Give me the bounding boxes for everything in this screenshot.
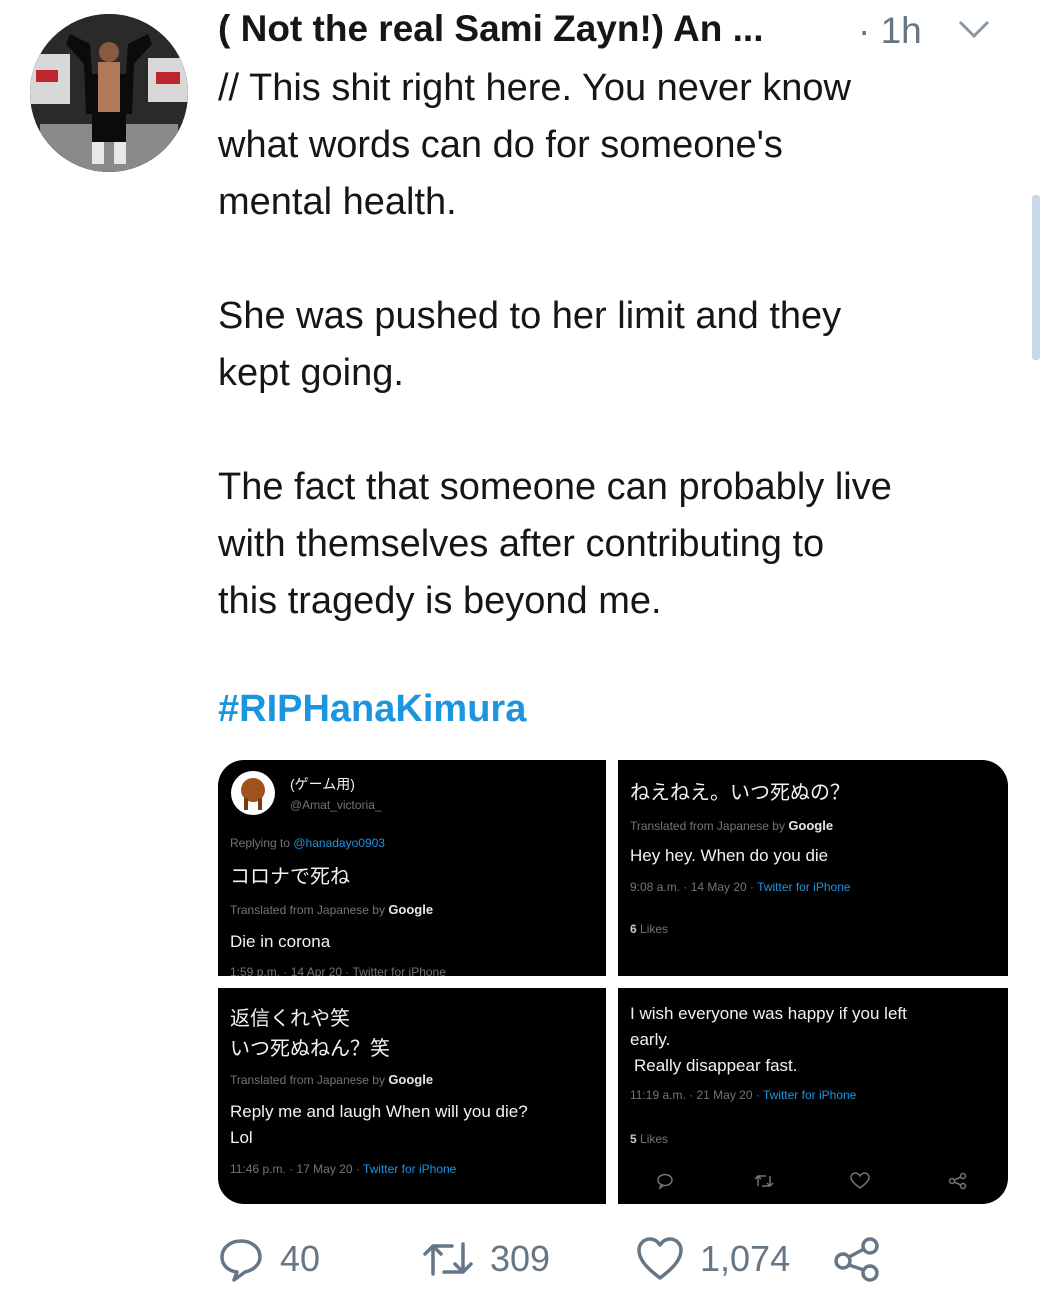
screenshot-avatar: [230, 770, 276, 816]
screenshot-reply-icon: [656, 1172, 674, 1190]
screenshot-en-text: Hey hey. When do you die: [630, 846, 829, 865]
retweet-count: 309: [490, 1238, 551, 1279]
share-icon: [832, 1236, 882, 1282]
media-grid[interactable]: (ゲーム用) @Amat_victoria_ Replying to @hana…: [218, 760, 1008, 1204]
reply-count: 40: [280, 1238, 321, 1279]
screenshot-en-text: Reply me and laugh When will you die?: [230, 1102, 528, 1121]
screenshot-jp-text: 返信くれや笑: [230, 1008, 350, 1030]
screenshot-handle: @Amat_victoria_: [290, 798, 382, 812]
screenshot-footer: 1:59 p.m. · 14 Apr 20 · Twitter for iPho…: [230, 965, 446, 976]
media-image-4[interactable]: I wish everyone was happy if you left ea…: [618, 988, 1008, 1204]
screenshot-en-text: early.: [630, 1030, 671, 1049]
text-line: this tragedy is beyond me.: [218, 580, 662, 622]
media-image-2[interactable]: ねえねえ。いつ死ぬの？ Translated from Japanese by …: [618, 760, 1008, 976]
tweet-time[interactable]: · 1h: [858, 10, 922, 52]
retweet-button[interactable]: 309: [422, 1234, 550, 1284]
screenshot-jp-text: ねえねえ。いつ死ぬの？: [630, 782, 850, 804]
replying-to: Replying to @hanadayo0903: [230, 836, 385, 850]
text-line: The fact that someone can probably live: [218, 466, 892, 508]
media-image-1[interactable]: (ゲーム用) @Amat_victoria_ Replying to @hana…: [218, 760, 606, 976]
share-button[interactable]: [832, 1234, 882, 1284]
translated-note: Translated from Japanese by Google: [630, 818, 834, 833]
avatar[interactable]: [30, 14, 188, 172]
author-name[interactable]: ( Not the real Sami Zayn!) An ...: [218, 8, 763, 50]
reply-icon: [218, 1236, 264, 1282]
screenshot-like-icon: [850, 1172, 870, 1190]
media-image-3[interactable]: 返信くれや笑 いつ死ぬねん？笑 Translated from Japanese…: [218, 988, 606, 1204]
chevron-down-icon[interactable]: [954, 14, 994, 44]
tweet-header: ( Not the real Sami Zayn!) An ... · 1h: [218, 8, 1008, 58]
retweet-icon: [422, 1236, 474, 1282]
screenshot-share-icon: [948, 1172, 968, 1190]
screenshot-meta: 11:19 a.m. · 21 May 20 · Twitter for iPh…: [630, 1088, 857, 1102]
reply-button[interactable]: 40: [218, 1234, 320, 1284]
screenshot-jp-text: コロナで死ね: [230, 866, 350, 888]
tweet-text: // This shit right here. You never know …: [218, 60, 1018, 630]
screenshot-name: (ゲーム用): [290, 776, 355, 792]
screenshot-likes: 5 Likes: [630, 1132, 669, 1146]
text-line: // This shit right here. You never know: [218, 67, 851, 109]
screenshot-en-text: Really disappear fast.: [634, 1056, 798, 1075]
screenshot-likes: 6 Likes: [630, 922, 669, 936]
scrollbar[interactable]: [1032, 195, 1040, 360]
screenshot-retweet-icon: [754, 1172, 774, 1190]
text-line: kept going.: [218, 352, 404, 394]
screenshot-en-text: Die in corona: [230, 932, 331, 951]
tweet-actions: 40 309 1,074: [218, 1234, 1008, 1290]
text-line: what words can do for someone's: [218, 124, 783, 166]
screenshot-en-text: I wish everyone was happy if you left: [630, 1004, 907, 1023]
text-line: with themselves after contributing to: [218, 523, 825, 565]
screenshot-meta: 9:08 a.m. · 14 May 20 · Twitter for iPho…: [630, 880, 851, 894]
like-icon: [636, 1236, 684, 1282]
like-button[interactable]: 1,074: [636, 1234, 790, 1284]
screenshot-en-text: Lol: [230, 1128, 253, 1147]
screenshot-meta: 11:46 p.m. · 17 May 20 · Twitter for iPh…: [230, 1162, 457, 1176]
text-line: She was pushed to her limit and they: [218, 295, 842, 337]
screenshot-jp-text: いつ死ぬねん？笑: [230, 1038, 390, 1060]
text-line: mental health.: [218, 181, 457, 223]
translated-note: Translated from Japanese by Google: [230, 1072, 434, 1087]
translated-note: Translated from Japanese by Google: [230, 902, 434, 917]
like-count: 1,074: [700, 1238, 791, 1279]
hashtag-link[interactable]: #RIPHanaKimura: [218, 688, 526, 731]
